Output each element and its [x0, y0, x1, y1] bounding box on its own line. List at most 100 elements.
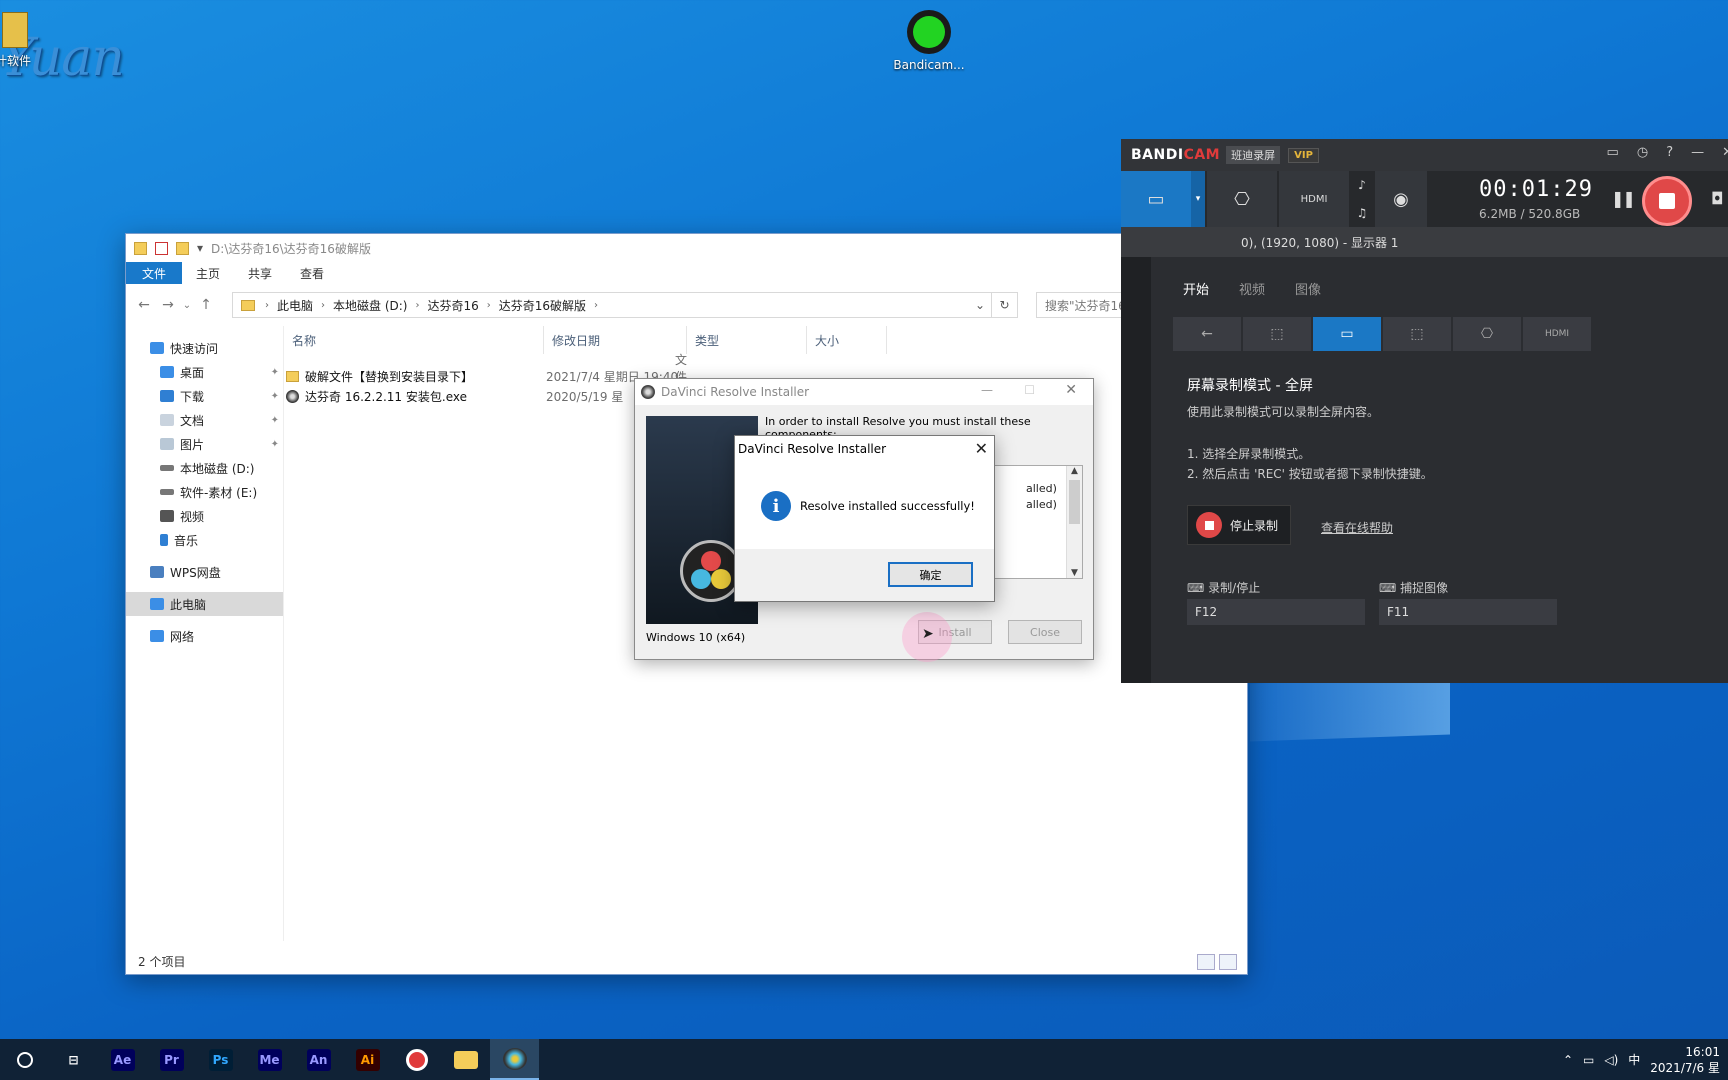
- taskbar-explorer[interactable]: [441, 1039, 490, 1080]
- breadcrumb-crack[interactable]: 达芬奇16破解版: [499, 297, 586, 314]
- nav-item-desktop[interactable]: 桌面 ✦: [126, 360, 283, 384]
- file-row[interactable]: 破解文件【替换到安装目录下】 2021/7/4 星期日 19:40 文件夹: [286, 353, 687, 401]
- hdmi-icon[interactable]: HDMI: [1523, 317, 1591, 351]
- screen-mode-button[interactable]: ▭: [1121, 171, 1191, 227]
- refresh-button[interactable]: ↻: [992, 292, 1018, 318]
- tray-expand-icon[interactable]: ⌃: [1563, 1053, 1573, 1067]
- ime-indicator[interactable]: 中: [1628, 1051, 1640, 1068]
- close-button[interactable]: ✕: [1065, 382, 1077, 398]
- hotkey-record-field[interactable]: F12: [1187, 599, 1365, 625]
- fullscreen-icon[interactable]: ▭: [1313, 317, 1381, 351]
- nav-item-network[interactable]: 网络: [126, 624, 283, 648]
- taskbar-pr[interactable]: Pr: [147, 1039, 196, 1080]
- folder-icon[interactable]: ▭: [1607, 145, 1619, 160]
- nav-item-documents[interactable]: 文档 ✦: [126, 408, 283, 432]
- customize-chevron-icon[interactable]: ▾: [197, 241, 203, 255]
- camera-icon[interactable]: ◘: [1711, 189, 1724, 208]
- maximize-button[interactable]: ☐: [1024, 383, 1035, 397]
- column-name[interactable]: 名称: [284, 326, 544, 354]
- nav-item-videos[interactable]: 视频: [126, 504, 283, 528]
- nav-item-drive-d[interactable]: 本地磁盘 (D:): [126, 456, 283, 480]
- nav-item-pictures[interactable]: 图片 ✦: [126, 432, 283, 456]
- microphone-icon[interactable]: ♫: [1357, 206, 1368, 220]
- taskbar-ae[interactable]: Ae: [98, 1039, 147, 1080]
- ok-button[interactable]: 确定: [888, 562, 973, 587]
- tab-share[interactable]: 共享: [234, 262, 286, 284]
- nav-item-music[interactable]: 音乐: [126, 528, 283, 552]
- breadcrumb-separator[interactable]: ›: [415, 300, 419, 311]
- time: 16:01: [1685, 1044, 1720, 1059]
- column-date[interactable]: 修改日期: [544, 326, 687, 354]
- recent-chevron-icon[interactable]: ⌄: [180, 300, 194, 311]
- taskbar-davinci[interactable]: [490, 1039, 539, 1080]
- back-icon[interactable]: ←: [1173, 317, 1241, 351]
- tab-home[interactable]: 主页: [182, 262, 234, 284]
- online-help-link[interactable]: 查看在线帮助: [1321, 519, 1393, 536]
- tab-view[interactable]: 查看: [286, 262, 338, 284]
- game-mode-button[interactable]: ⎔: [1207, 171, 1277, 227]
- address-bar[interactable]: › 此电脑 › 本地磁盘 (D:) › 达芬奇16 › 达芬奇16破解版 › ⌄: [232, 292, 992, 318]
- tab-start[interactable]: 开始: [1183, 279, 1209, 298]
- volume-icon[interactable]: ◁): [1604, 1053, 1618, 1067]
- minimize-button[interactable]: —: [1691, 145, 1704, 160]
- gamepad-icon[interactable]: ⎔: [1453, 317, 1521, 351]
- nav-item-downloads[interactable]: 下载 ✦: [126, 384, 283, 408]
- taskbar-me[interactable]: Me: [245, 1039, 294, 1080]
- hdmi-mode-button[interactable]: HDMI: [1279, 171, 1349, 227]
- properties-icon[interactable]: [155, 241, 168, 255]
- column-type[interactable]: 类型: [687, 326, 807, 354]
- minimize-button[interactable]: —: [981, 383, 993, 397]
- tab-image[interactable]: 图像: [1295, 279, 1321, 298]
- desktop-icon-software[interactable]: 计软件: [0, 12, 58, 69]
- column-size[interactable]: 大小: [807, 326, 887, 354]
- nav-item-quick-access[interactable]: 快速访问: [126, 336, 283, 360]
- taskbar-bandicam[interactable]: [392, 1039, 441, 1080]
- scrollbar[interactable]: ▲ ▼: [1066, 466, 1082, 578]
- tab-video[interactable]: 视频: [1239, 279, 1265, 298]
- webcam-button[interactable]: ◉: [1375, 171, 1427, 227]
- file-date: 2020/5/19 星: [546, 389, 624, 404]
- file-row[interactable]: 达芬奇 16.2.2.11 安装包.exe 2020/5/19 星: [286, 386, 623, 406]
- new-folder-icon[interactable]: [176, 241, 189, 255]
- breadcrumb-separator[interactable]: ›: [487, 300, 491, 311]
- help-icon[interactable]: ?: [1666, 145, 1673, 160]
- close-button[interactable]: ✕: [1722, 145, 1728, 160]
- breadcrumb-separator[interactable]: ›: [265, 300, 269, 311]
- breadcrumb-drive-d[interactable]: 本地磁盘 (D:): [333, 297, 407, 314]
- close-dialog-button[interactable]: Close: [1008, 620, 1082, 644]
- breadcrumb-davinci16[interactable]: 达芬奇16: [427, 297, 478, 314]
- clock[interactable]: 16:01 2021/7/6 星: [1650, 1044, 1720, 1076]
- speaker-icon[interactable]: ♪: [1358, 178, 1366, 192]
- forward-icon[interactable]: →: [156, 297, 180, 313]
- breadcrumb-separator[interactable]: ›: [594, 300, 598, 311]
- stop-record-button[interactable]: 停止录制: [1187, 505, 1291, 545]
- vip-badge: VIP: [1288, 147, 1319, 163]
- details-view-icon[interactable]: [1197, 954, 1215, 970]
- hotkey-capture-field[interactable]: F11: [1379, 599, 1557, 625]
- nav-item-this-pc[interactable]: 此电脑: [126, 592, 283, 616]
- task-view-button[interactable]: ⊟: [49, 1039, 98, 1080]
- network-icon[interactable]: ▭: [1583, 1053, 1594, 1067]
- clock-icon[interactable]: ◷: [1637, 145, 1648, 160]
- taskbar-ps[interactable]: Ps: [196, 1039, 245, 1080]
- search-button[interactable]: [0, 1039, 49, 1080]
- nav-item-drive-e[interactable]: 软件-素材 (E:): [126, 480, 283, 504]
- breadcrumb-separator[interactable]: ›: [321, 300, 325, 311]
- up-icon[interactable]: ↑: [194, 297, 218, 313]
- mode-dropdown-icon[interactable]: ▾: [1191, 171, 1205, 227]
- taskbar-an[interactable]: An: [294, 1039, 343, 1080]
- nav-item-wps[interactable]: WPS网盘: [126, 560, 283, 584]
- close-icon[interactable]: ✕: [975, 439, 988, 458]
- area-select-icon[interactable]: ⬚: [1383, 317, 1451, 351]
- breadcrumb-this-pc[interactable]: 此电脑: [277, 297, 313, 314]
- region-icon[interactable]: ⬚: [1243, 317, 1311, 351]
- address-dropdown-icon[interactable]: ⌄: [975, 298, 985, 312]
- back-icon[interactable]: ←: [132, 297, 156, 313]
- desktop-icon-bandicam[interactable]: Bandicam...: [884, 10, 974, 72]
- taskbar-ai[interactable]: Ai: [343, 1039, 392, 1080]
- pause-button[interactable]: ❚❚: [1611, 189, 1636, 208]
- thumbnail-view-icon[interactable]: [1219, 954, 1237, 970]
- record-button[interactable]: [1642, 176, 1692, 226]
- tab-file[interactable]: 文件: [126, 262, 183, 284]
- os-label: Windows 10 (x64): [646, 631, 746, 644]
